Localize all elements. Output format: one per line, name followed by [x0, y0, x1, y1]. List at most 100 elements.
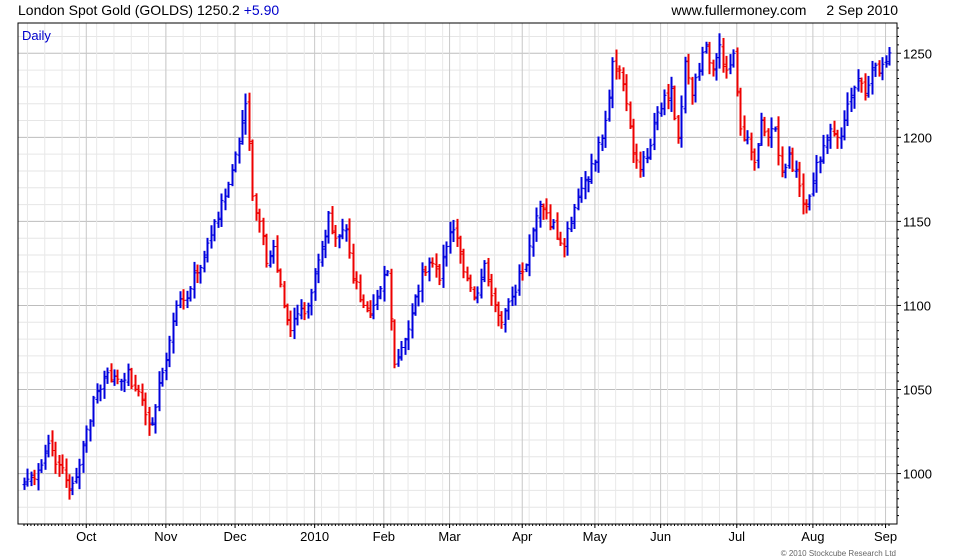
ohlc-bar [724, 55, 729, 79]
ohlc-bar [769, 117, 774, 148]
ohlc-bar [652, 112, 657, 151]
ohlc-bar [434, 253, 439, 278]
ohlc-bar [268, 250, 273, 268]
ohlc-bar [814, 155, 819, 193]
ohlc-bar [828, 123, 833, 149]
ohlc-bar [181, 289, 186, 310]
ohlc-bar [790, 147, 795, 172]
copyright-credit: © 2010 Stockcube Research Ltd [780, 549, 896, 558]
ohlc-bar [662, 89, 667, 116]
ohlc-bar [115, 369, 120, 385]
ohlc-bar [378, 286, 383, 300]
ohlc-bar [351, 243, 356, 284]
ohlc-bar [43, 444, 48, 470]
ohlc-bar [749, 132, 754, 161]
y-tick-label: 1100 [903, 298, 931, 313]
ohlc-bar [752, 148, 757, 171]
ohlc-bar [302, 302, 307, 321]
ohlc-bar [638, 151, 643, 178]
ohlc-bar [95, 383, 100, 404]
ohlc-bar [254, 193, 259, 221]
ohlc-bar [641, 151, 646, 177]
ohlc-bar [576, 188, 581, 211]
ohlc-bar [801, 173, 806, 215]
x-tick-label: Feb [373, 529, 395, 544]
ohlc-bar [569, 216, 574, 233]
ohlc-bar [70, 476, 75, 496]
ohlc-bar [416, 284, 421, 307]
ohlc-bar [562, 237, 567, 258]
ohlc-bar [105, 367, 110, 384]
ohlc-bar [430, 257, 435, 268]
ohlc-bar [628, 101, 633, 130]
ohlc-bar [292, 307, 297, 340]
ohlc-bar [423, 265, 428, 276]
ohlc-bar [444, 241, 449, 267]
x-tick-label: Dec [223, 529, 247, 544]
ohlc-bar [672, 85, 677, 121]
ohlc-bar [541, 203, 546, 220]
ohlc-bar [39, 459, 44, 473]
ohlc-bar [520, 262, 525, 281]
ohlc-bar [455, 218, 460, 247]
ohlc-bar [67, 474, 72, 500]
ohlc-bar [437, 264, 442, 286]
ohlc-bar [299, 299, 304, 320]
ohlc-bar [880, 57, 885, 81]
ohlc-bar [735, 47, 740, 97]
ohlc-bar [333, 224, 338, 247]
ohlc-bar [344, 224, 349, 242]
ohlc-bar [479, 268, 484, 299]
ohlc-bar [558, 231, 563, 246]
ohlc-bar [859, 77, 864, 93]
ohlc-bar [167, 335, 172, 368]
ohlc-bar [46, 434, 51, 458]
ohlc-bar [60, 454, 65, 474]
ohlc-bar [555, 212, 560, 240]
ohlc-bar [832, 120, 837, 137]
ohlc-bar [406, 320, 411, 351]
ohlc-bar [721, 37, 726, 73]
ohlc-bar [271, 239, 276, 264]
ohlc-bar [195, 264, 200, 284]
ohlc-bar [468, 274, 473, 292]
ohlc-bar [192, 261, 197, 299]
ohlc-bar [693, 73, 698, 103]
x-tick-label: Mar [438, 529, 461, 544]
ohlc-bar [160, 367, 165, 387]
ohlc-bar [870, 60, 875, 95]
chart-axes: 1000 1050 1100 1150 1200 1250 Oct Nov Dec 2010 Feb… [23, 27, 932, 544]
ohlc-bar [811, 172, 816, 197]
ohlc-bar [361, 294, 366, 309]
ohlc-bar [32, 469, 37, 486]
ohlc-bar [711, 59, 716, 77]
ohlc-bar [852, 85, 857, 109]
ohlc-bar [607, 89, 612, 122]
ohlc-bar [717, 33, 722, 69]
x-tick-label: Oct [76, 529, 97, 544]
ohlc-bar [631, 118, 636, 163]
ohlc-bar [119, 378, 124, 391]
ohlc-bar [247, 92, 252, 151]
ohlc-bar [513, 284, 518, 306]
ohlc-bar [278, 268, 283, 288]
ohlc-bar [617, 65, 622, 80]
x-tick-label: Aug [801, 529, 824, 544]
ohlc-bar [634, 143, 639, 169]
ohlc-bar [337, 234, 342, 249]
x-tick-label: Jul [728, 529, 745, 544]
ohlc-bar [655, 106, 660, 131]
ohlc-bar [316, 253, 321, 284]
ohlc-bar [544, 198, 549, 220]
ohlc-bar [451, 219, 456, 243]
ohlc-bar [91, 395, 96, 427]
ohlc-bar [458, 235, 463, 264]
ohlc-bar [499, 311, 504, 329]
ohlc-bar [326, 211, 331, 244]
ohlc-bar [50, 430, 55, 457]
ohlc-bar [807, 194, 812, 211]
ohlc-bar [503, 308, 508, 333]
ohlc-bar [586, 176, 591, 193]
ohlc-bar [856, 69, 861, 92]
ohlc-bar [264, 233, 269, 268]
